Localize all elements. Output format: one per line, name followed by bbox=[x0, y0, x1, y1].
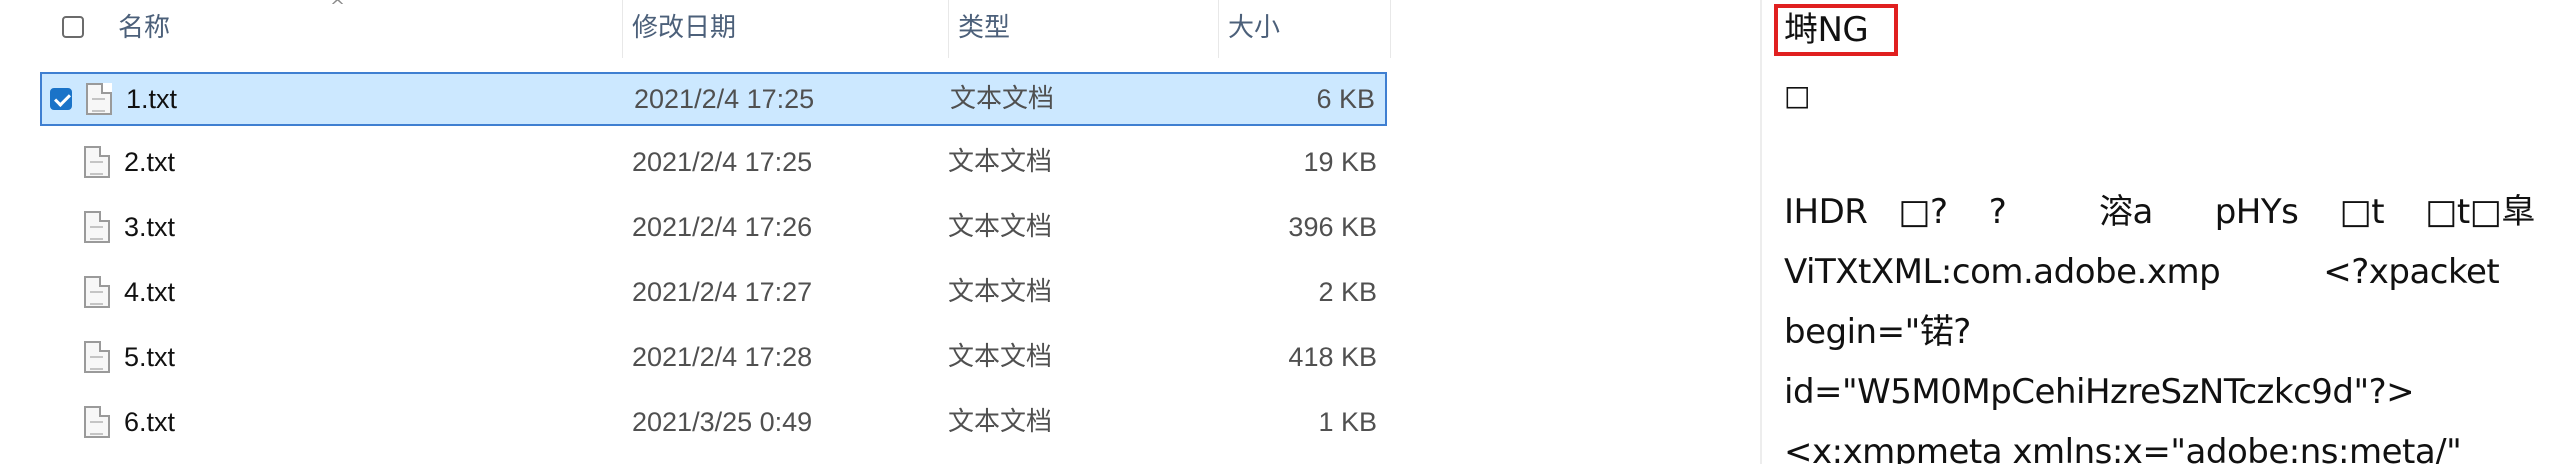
column-header-type[interactable]: 类型 bbox=[958, 0, 1010, 58]
file-size: 19 KB bbox=[1303, 147, 1377, 177]
file-row[interactable]: 1.txt 2021/2/4 17:25 文本文档 6 KB bbox=[40, 72, 1387, 126]
file-type: 文本文档 bbox=[948, 212, 1053, 242]
file-type: 文本文档 bbox=[948, 342, 1053, 372]
file-name: 3.txt bbox=[124, 212, 176, 242]
file-date: 2021/2/4 17:25 bbox=[634, 84, 815, 114]
file-date: 2021/2/4 17:25 bbox=[632, 147, 813, 177]
column-separator[interactable] bbox=[948, 0, 949, 58]
file-type: 文本文档 bbox=[948, 407, 1053, 437]
file-name: 1.txt bbox=[126, 84, 178, 114]
text-viewer: 塒NG □ IHDR □? ? 溶a pHYs □t □t□皐 x ViTXtXML:… bbox=[1760, 0, 2561, 464]
text-file-icon bbox=[84, 146, 110, 178]
file-row[interactable]: 2.txt 2021/2/4 17:25 文本文档 19 KB bbox=[40, 137, 1387, 191]
file-row[interactable]: 5.txt 2021/2/4 17:28 文本文档 418 KB bbox=[40, 332, 1387, 386]
file-size: 6 KB bbox=[1316, 84, 1375, 114]
file-name: 5.txt bbox=[124, 342, 176, 372]
column-header-size[interactable]: 大小 bbox=[1228, 0, 1280, 58]
file-header-line: 塒NG bbox=[1784, 10, 1869, 50]
file-date: 2021/3/25 0:49 bbox=[632, 407, 813, 437]
column-separator[interactable] bbox=[1218, 0, 1219, 58]
file-size: 2 KB bbox=[1318, 277, 1377, 307]
text-file-icon bbox=[84, 211, 110, 243]
content-line: □ bbox=[1784, 79, 1810, 112]
content-line: begin="锘? bbox=[1784, 312, 1971, 352]
content-line: IHDR □? ? 溶a pHYs □t □t□皐 x bbox=[1784, 192, 2561, 232]
sort-ascending-icon: ^ bbox=[330, 0, 346, 17]
file-name: 2.txt bbox=[124, 147, 176, 177]
text-file-icon bbox=[84, 406, 110, 438]
file-date: 2021/2/4 17:27 bbox=[632, 277, 813, 307]
file-name: 4.txt bbox=[124, 277, 176, 307]
file-explorer: 名称 ^ 修改日期 类型 大小 1.txt 2021/2/4 17:25 文本文档 6… bbox=[0, 0, 1400, 464]
file-date: 2021/2/4 17:26 bbox=[632, 212, 813, 242]
row-checkbox[interactable] bbox=[50, 88, 72, 110]
content-line: ViTXtXML:com.adobe.xmp <?xpacket bbox=[1784, 252, 2500, 292]
file-row[interactable]: 3.txt 2021/2/4 17:26 文本文档 396 KB bbox=[40, 202, 1387, 256]
content-line: <x:xmpmeta xmlns:x="adobe:ns:meta/" bbox=[1784, 432, 2462, 464]
column-header-name[interactable]: 名称 bbox=[118, 0, 170, 58]
text-file-icon bbox=[84, 276, 110, 308]
text-file-icon bbox=[86, 83, 112, 115]
column-separator[interactable] bbox=[1390, 0, 1391, 58]
file-date: 2021/2/4 17:28 bbox=[632, 342, 813, 372]
file-size: 418 KB bbox=[1288, 342, 1377, 372]
content-line: id="W5M0MpCehiHzreSzNTczkc9d"?> bbox=[1784, 372, 2415, 412]
file-row[interactable]: 6.txt 2021/3/25 0:49 文本文档 1 KB bbox=[40, 397, 1387, 451]
select-all-checkbox[interactable] bbox=[62, 16, 84, 38]
file-size: 1 KB bbox=[1318, 407, 1377, 437]
column-separator[interactable] bbox=[622, 0, 623, 58]
file-type: 文本文档 bbox=[948, 147, 1053, 177]
column-header-date[interactable]: 修改日期 bbox=[632, 0, 736, 58]
file-name: 6.txt bbox=[124, 407, 176, 437]
file-row[interactable]: 4.txt 2021/2/4 17:27 文本文档 2 KB bbox=[40, 267, 1387, 321]
file-type: 文本文档 bbox=[950, 84, 1055, 114]
text-file-icon bbox=[84, 341, 110, 373]
file-size: 396 KB bbox=[1288, 212, 1377, 242]
file-type: 文本文档 bbox=[948, 277, 1053, 307]
